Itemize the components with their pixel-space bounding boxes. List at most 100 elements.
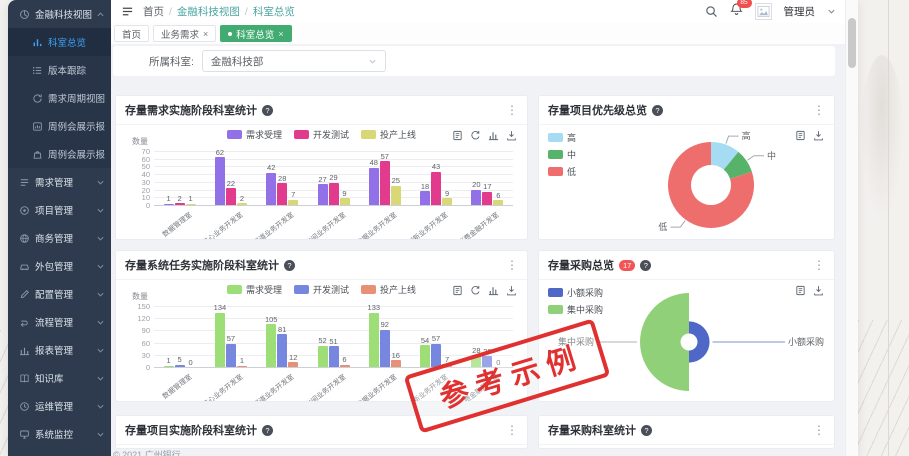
more-menu-icon[interactable] bbox=[506, 105, 518, 115]
bar[interactable] bbox=[380, 161, 390, 205]
tab-home[interactable]: 首页 bbox=[114, 25, 149, 42]
bar[interactable] bbox=[175, 365, 185, 367]
bar[interactable] bbox=[369, 313, 379, 367]
data-view-icon[interactable] bbox=[795, 285, 806, 296]
legend-item[interactable]: 投产上线 bbox=[361, 283, 416, 296]
sidebar-item-system-monitor[interactable]: 系统监控 bbox=[8, 420, 111, 448]
legend-item[interactable]: 需求受理 bbox=[227, 283, 282, 296]
data-view-icon[interactable] bbox=[452, 130, 463, 141]
help-icon[interactable] bbox=[262, 425, 273, 436]
data-view-icon[interactable] bbox=[452, 285, 463, 296]
sidebar-item-outsourcing-mgmt[interactable]: 外包管理 bbox=[8, 252, 111, 280]
sidebar-item-weekly-report-project[interactable]: 周例会展示报表-项目 bbox=[8, 112, 111, 140]
bar[interactable] bbox=[442, 198, 452, 205]
legend-item[interactable]: 需求受理 bbox=[227, 128, 282, 141]
bar[interactable] bbox=[277, 334, 287, 367]
more-menu-icon[interactable] bbox=[813, 260, 825, 270]
bar[interactable] bbox=[340, 198, 350, 205]
sidebar-item-fintech-view[interactable]: 金融科技视图 bbox=[8, 0, 111, 28]
bar[interactable] bbox=[431, 344, 441, 367]
bar[interactable] bbox=[164, 366, 174, 368]
download-icon[interactable] bbox=[506, 285, 517, 296]
chevron-down-icon[interactable] bbox=[827, 7, 836, 16]
restore-icon[interactable] bbox=[470, 130, 481, 141]
legend-item[interactable]: 开发测试 bbox=[294, 283, 349, 296]
demand-stage-bar-chart[interactable]: 需求受理开发测试投产上线数量010203040506070121数据管理室622… bbox=[116, 125, 527, 239]
department-select[interactable]: 金融科技部 bbox=[202, 50, 386, 72]
sidebar-item-weekly-report-purchase[interactable]: 周例会展示报表-采购 bbox=[8, 140, 111, 168]
bar[interactable] bbox=[391, 186, 401, 205]
bar[interactable] bbox=[186, 204, 196, 206]
help-icon[interactable] bbox=[284, 260, 295, 271]
sidebar-item-ops-mgmt[interactable]: 运维管理 bbox=[8, 392, 111, 420]
bar[interactable] bbox=[318, 184, 328, 205]
chart-switch-icon[interactable] bbox=[488, 285, 499, 296]
bar[interactable] bbox=[329, 346, 339, 367]
bar[interactable] bbox=[482, 192, 492, 205]
bar[interactable] bbox=[318, 346, 328, 367]
bar[interactable] bbox=[277, 183, 287, 205]
bar[interactable] bbox=[391, 360, 401, 367]
legend-item[interactable]: 开发测试 bbox=[294, 128, 349, 141]
legend-item[interactable]: 低 bbox=[548, 165, 576, 178]
sidebar-item-process-mgmt[interactable]: 流程管理 bbox=[8, 308, 111, 336]
sidebar-item-project-mgmt[interactable]: 项目管理 bbox=[8, 196, 111, 224]
more-menu-icon[interactable] bbox=[506, 260, 518, 270]
bar[interactable] bbox=[237, 366, 247, 368]
bar[interactable] bbox=[420, 345, 430, 367]
notifications-button[interactable]: 85 bbox=[730, 2, 743, 21]
breadcrumb-item[interactable]: 金融科技视图 bbox=[177, 4, 240, 19]
bar[interactable] bbox=[471, 190, 481, 205]
close-icon[interactable]: × bbox=[203, 29, 208, 39]
restore-icon[interactable] bbox=[470, 285, 481, 296]
legend-item[interactable]: 集中采购 bbox=[548, 303, 603, 316]
download-icon[interactable] bbox=[813, 130, 824, 141]
sidebar-item-dept-overview[interactable]: 科室总览 bbox=[8, 28, 111, 56]
sidebar-item-demand-mgmt[interactable]: 需求管理 bbox=[8, 168, 111, 196]
legend-item[interactable]: 高 bbox=[548, 131, 576, 144]
bar[interactable] bbox=[340, 365, 350, 367]
bar[interactable] bbox=[215, 313, 225, 367]
search-icon[interactable] bbox=[705, 5, 718, 18]
sidebar-item-report-mgmt[interactable]: 报表管理 bbox=[8, 336, 111, 364]
sidebar-item-business-mgmt[interactable]: 商务管理 bbox=[8, 224, 111, 252]
legend-item[interactable]: 小额采购 bbox=[548, 286, 603, 299]
bar[interactable] bbox=[380, 330, 390, 367]
tab-business-demand[interactable]: 业务需求× bbox=[153, 25, 216, 42]
help-icon[interactable] bbox=[641, 425, 652, 436]
help-icon[interactable] bbox=[640, 260, 651, 271]
avatar[interactable] bbox=[755, 3, 772, 20]
sidebar-item-version-tracking[interactable]: 版本跟踪 bbox=[8, 56, 111, 84]
bar[interactable] bbox=[215, 157, 225, 205]
bar[interactable] bbox=[420, 191, 430, 205]
sidebar-item-system-mgmt[interactable]: 系统管理 bbox=[8, 448, 111, 456]
bar[interactable] bbox=[288, 200, 298, 205]
help-icon[interactable] bbox=[262, 105, 273, 116]
user-name[interactable]: 管理员 bbox=[784, 4, 816, 19]
more-menu-icon[interactable] bbox=[506, 425, 518, 435]
scrollbar[interactable] bbox=[845, 0, 858, 456]
sidebar-item-knowledge-base[interactable]: 知识库 bbox=[8, 364, 111, 392]
bar[interactable] bbox=[266, 173, 276, 205]
breadcrumb-item[interactable]: 科室总览 bbox=[253, 4, 295, 19]
legend-item[interactable]: 投产上线 bbox=[361, 128, 416, 141]
bar[interactable] bbox=[175, 203, 185, 205]
bar[interactable] bbox=[369, 168, 379, 205]
bar[interactable] bbox=[164, 204, 174, 206]
bar[interactable] bbox=[237, 203, 247, 205]
bar[interactable] bbox=[329, 183, 339, 205]
download-icon[interactable] bbox=[813, 285, 824, 296]
close-icon[interactable]: × bbox=[278, 29, 283, 39]
scrollbar-thumb[interactable] bbox=[848, 18, 856, 68]
project-priority-donut-chart[interactable]: 高中低高中低 bbox=[539, 125, 834, 239]
breadcrumb-item[interactable]: 首页 bbox=[143, 4, 164, 19]
more-menu-icon[interactable] bbox=[813, 425, 825, 435]
bar[interactable] bbox=[431, 172, 441, 205]
bar[interactable] bbox=[493, 200, 503, 205]
more-menu-icon[interactable] bbox=[813, 105, 825, 115]
legend-item[interactable]: 中 bbox=[548, 148, 576, 161]
sidebar-item-config-mgmt[interactable]: 配置管理 bbox=[8, 280, 111, 308]
menu-collapse-icon[interactable] bbox=[121, 5, 134, 18]
tab-dept-overview[interactable]: 科室总览× bbox=[220, 25, 291, 42]
help-icon[interactable] bbox=[652, 105, 663, 116]
